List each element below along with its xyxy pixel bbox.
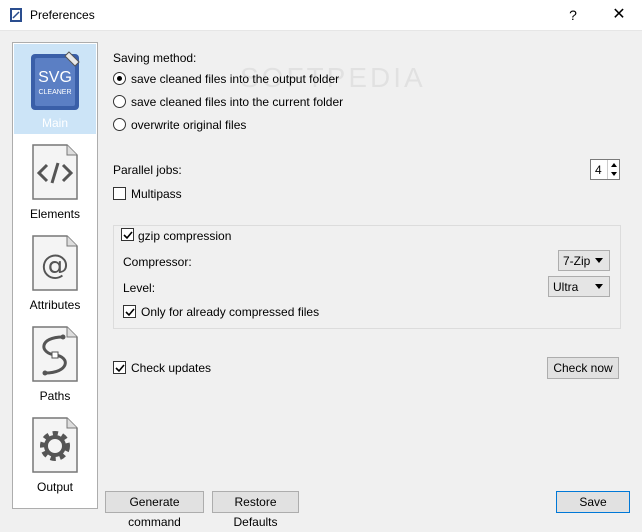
parallel-jobs-label: Parallel jobs: xyxy=(113,163,182,177)
radio-overwrite[interactable] xyxy=(113,118,126,131)
saving-method-heading: Saving method: xyxy=(113,51,197,65)
window-title: Preferences xyxy=(30,8,95,22)
sidebar-item-label: Output xyxy=(36,480,74,494)
sidebar-item-label: Main xyxy=(41,116,68,130)
code-tag-icon xyxy=(32,144,78,200)
svg-text:@: @ xyxy=(41,248,69,281)
at-sign-icon: @ xyxy=(32,235,78,291)
sidebar: SVG CLEANER Main Elements @ Attributes P… xyxy=(12,42,98,509)
spin-arrows-icon xyxy=(611,163,617,176)
app-icon xyxy=(10,8,22,22)
radio-current-folder[interactable] xyxy=(113,95,126,108)
compressor-value: 7-Zip xyxy=(563,254,591,268)
sidebar-item-main[interactable]: SVG CLEANER Main xyxy=(14,44,96,134)
gear-icon xyxy=(32,417,78,473)
radio-output-folder[interactable] xyxy=(113,72,126,85)
level-label: Level: xyxy=(123,281,156,295)
title-bar: Preferences ? ✕ xyxy=(0,0,642,31)
chevron-down-icon xyxy=(595,284,603,289)
generate-command-button[interactable]: Generate command xyxy=(105,491,204,529)
sidebar-item-elements[interactable]: Elements xyxy=(14,135,96,225)
sidebar-item-label: Elements xyxy=(29,207,81,221)
sidebar-item-attributes[interactable]: @ Attributes xyxy=(14,226,96,316)
sidebar-item-paths[interactable]: Paths xyxy=(14,317,96,407)
check-icon xyxy=(123,231,133,240)
compressor-select[interactable]: 7-Zip xyxy=(558,250,610,271)
spin-arrows[interactable] xyxy=(607,160,619,179)
check-icon xyxy=(125,308,135,317)
multipass-checkbox[interactable] xyxy=(113,187,126,200)
help-button[interactable]: ? xyxy=(562,4,584,26)
check-updates-checkbox[interactable] xyxy=(113,361,126,374)
radio-overwrite-label[interactable]: overwrite original files xyxy=(131,118,246,132)
compressor-label: Compressor: xyxy=(123,255,192,269)
chevron-down-icon xyxy=(595,258,603,263)
multipass-label[interactable]: Multipass xyxy=(131,187,182,201)
only-compressed-label[interactable]: Only for already compressed files xyxy=(141,305,319,319)
only-compressed-checkbox[interactable] xyxy=(123,305,136,318)
check-now-button[interactable]: Check now xyxy=(547,357,619,379)
svg-text:SVG: SVG xyxy=(38,69,72,86)
bezier-path-icon xyxy=(32,326,78,382)
level-select[interactable]: Ultra xyxy=(548,276,610,297)
gzip-label[interactable]: gzip compression xyxy=(138,229,235,243)
sidebar-item-label: Attributes xyxy=(29,298,81,312)
radio-output-folder-label[interactable]: save cleaned files into the output folde… xyxy=(131,72,339,86)
level-value: Ultra xyxy=(553,280,579,294)
svg-text:CLEANER: CLEANER xyxy=(38,89,71,96)
parallel-jobs-spinbox[interactable]: 4 xyxy=(590,159,620,180)
save-button[interactable]: Save xyxy=(556,491,630,513)
check-updates-label[interactable]: Check updates xyxy=(131,361,211,375)
restore-defaults-button[interactable]: Restore Defaults xyxy=(212,491,299,529)
svg-cleaner-logo-icon: SVG CLEANER xyxy=(31,51,80,110)
radio-current-folder-label[interactable]: save cleaned files into the current fold… xyxy=(131,95,343,109)
check-icon xyxy=(115,364,125,373)
sidebar-item-label: Paths xyxy=(39,389,71,403)
close-button[interactable]: ✕ xyxy=(607,4,631,26)
gzip-checkbox[interactable] xyxy=(121,228,134,241)
sidebar-item-output[interactable]: Output xyxy=(14,408,96,498)
parallel-jobs-value[interactable]: 4 xyxy=(595,163,602,177)
